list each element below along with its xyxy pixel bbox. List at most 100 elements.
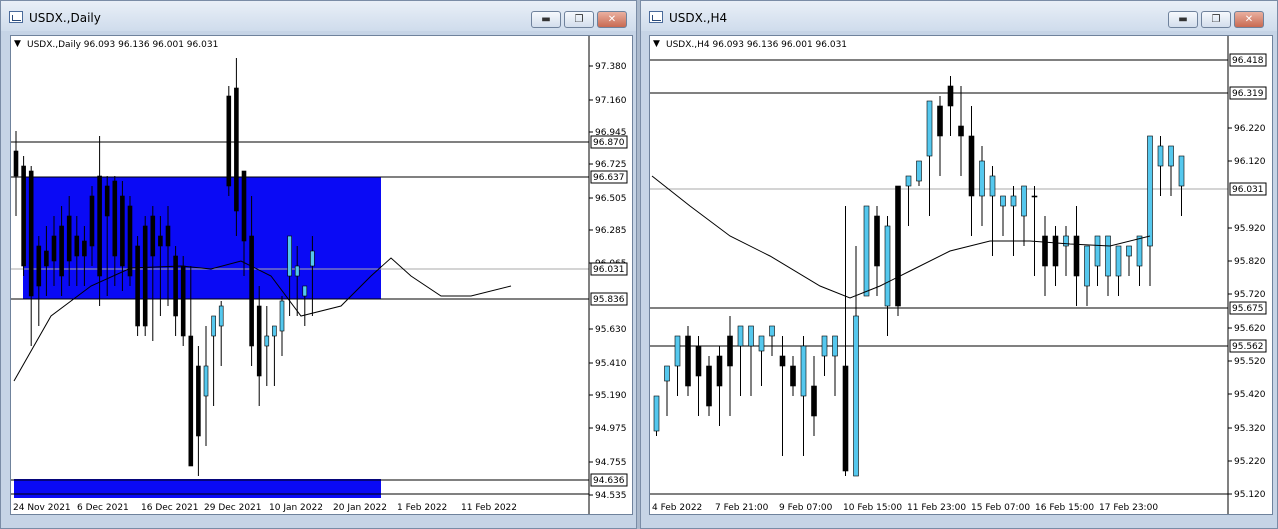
collapse-arrow-icon[interactable]: ▼: [653, 39, 660, 49]
candle-body: [695, 345, 702, 377]
price-tick-label: 95.630: [595, 325, 627, 335]
candle-body: [905, 175, 912, 187]
candle-body: [112, 180, 118, 257]
h4-chart-window[interactable]: USDX.,H4 ▬ ❐ ✕ ▼ USDX.,H4 96.093 96.136 …: [640, 0, 1278, 529]
svg-text:16 Feb 15:00: 16 Feb 15:00: [1035, 503, 1094, 513]
price-tick-label: 95.620: [1234, 324, 1266, 334]
price-tick-label: 96.505: [595, 194, 627, 204]
window-titlebar[interactable]: USDX.,H4 ▬ ❐ ✕: [641, 1, 1277, 31]
svg-text:95.675: 95.675: [1232, 304, 1264, 314]
candle-body: [863, 205, 870, 297]
maximize-button[interactable]: ❐: [564, 11, 594, 28]
candle-body: [979, 160, 985, 197]
svg-text:1 Feb 2022: 1 Feb 2022: [397, 503, 447, 513]
candle-body: [926, 100, 933, 157]
svg-text:15 Feb 07:00: 15 Feb 07:00: [971, 503, 1030, 513]
lower-zone: [14, 479, 381, 498]
candle-body: [294, 265, 300, 277]
candle-body: [1000, 195, 1006, 207]
candle-body: [59, 225, 64, 277]
window-titlebar[interactable]: USDX.,Daily ▬ ❐ ✕: [1, 1, 636, 31]
svg-text:16 Dec 2021: 16 Dec 2021: [141, 503, 199, 513]
candle-body: [256, 305, 262, 377]
daily-candlestick-chart[interactable]: ▼ USDX.,Daily 96.093 96.136 96.001 96.03…: [11, 36, 632, 514]
minimize-button[interactable]: ▬: [531, 11, 561, 28]
candle-body: [241, 170, 247, 242]
candle-body: [36, 245, 42, 287]
candle-body: [1063, 235, 1069, 247]
candle-body: [264, 335, 270, 347]
candle-body: [1136, 235, 1143, 267]
candle-body: [51, 235, 57, 262]
candle-body: [800, 345, 807, 397]
h4-candlestick-chart[interactable]: ▼ USDX.,H4 96.093 96.136 96.001 96.031 9…: [650, 36, 1272, 514]
candle-body: [150, 215, 156, 257]
price-tick-label: 95.220: [1234, 457, 1266, 467]
candle-body: [188, 335, 194, 467]
svg-text:96.637: 96.637: [593, 173, 625, 183]
price-tick-label: 95.920: [1234, 224, 1266, 234]
maximize-button[interactable]: ❐: [1201, 11, 1231, 28]
candle-body: [1178, 155, 1185, 187]
candle-body: [706, 365, 712, 407]
candle-body: [97, 175, 102, 277]
minimize-button[interactable]: ▬: [1168, 11, 1198, 28]
svg-text:96.319: 96.319: [1232, 89, 1264, 99]
price-tick-label: 94.975: [595, 424, 627, 434]
candle-body: [832, 335, 838, 357]
window-title: USDX.,Daily: [29, 11, 101, 25]
price-tick-label: 95.410: [595, 359, 627, 369]
candle-body: [716, 355, 723, 387]
daily-chart-area[interactable]: ▼ USDX.,Daily 96.093 96.136 96.001 96.03…: [10, 35, 633, 515]
daily-chart-window[interactable]: USDX.,Daily ▬ ❐ ✕ ▼ USDX.,Daily 96.093 9…: [0, 0, 637, 529]
candle-body: [1115, 245, 1122, 277]
candle-body: [82, 240, 87, 257]
svg-text:94.636: 94.636: [593, 476, 625, 486]
candle-body: [135, 245, 140, 327]
candle-body: [895, 185, 901, 307]
candle-body: [748, 325, 754, 347]
candle-body: [1084, 245, 1090, 287]
candle-body: [1021, 185, 1027, 217]
h4-chart-area[interactable]: ▼ USDX.,H4 96.093 96.136 96.001 96.031 9…: [649, 35, 1273, 515]
candle-body: [127, 205, 133, 277]
candle-body: [165, 225, 171, 247]
svg-text:95.836: 95.836: [593, 295, 625, 305]
svg-text:9 Feb 07:00: 9 Feb 07:00: [779, 503, 833, 513]
candle-body: [234, 87, 239, 212]
candle-body: [226, 95, 232, 187]
candle-body: [120, 195, 125, 267]
candle-body: [884, 225, 891, 307]
candle-body: [13, 150, 19, 177]
chart-header: USDX.,H4 96.093 96.136 96.001 96.031: [666, 40, 847, 50]
candle-body: [1157, 145, 1164, 167]
candle-body: [853, 315, 859, 477]
candle-body: [279, 300, 285, 332]
candle-body: [28, 170, 34, 297]
candle-body: [142, 225, 148, 327]
candle-body: [272, 325, 277, 337]
candle-body: [1168, 145, 1174, 167]
collapse-arrow-icon[interactable]: ▼: [14, 39, 21, 49]
close-button[interactable]: ✕: [1234, 11, 1264, 28]
svg-text:29 Dec 2021: 29 Dec 2021: [204, 503, 262, 513]
close-button[interactable]: ✕: [597, 11, 627, 28]
candle-body: [674, 335, 681, 367]
svg-text:96.031: 96.031: [1232, 185, 1264, 195]
svg-text:7 Feb 21:00: 7 Feb 21:00: [715, 503, 769, 513]
candle-body: [1031, 195, 1038, 198]
price-tick-label: 96.120: [1234, 157, 1266, 167]
price-tick-label: 95.520: [1234, 357, 1266, 367]
price-tick-label: 97.160: [595, 96, 627, 106]
price-tick-label: 96.285: [595, 226, 627, 236]
candle-body: [218, 305, 224, 327]
price-tick-label: 97.380: [595, 62, 627, 72]
price-tick-label: 95.320: [1234, 424, 1266, 434]
candle-body: [173, 255, 178, 317]
candle-body: [21, 165, 26, 267]
candle-body: [947, 85, 954, 107]
candle-body: [89, 195, 95, 247]
candle-body: [821, 335, 828, 357]
candle-body: [180, 265, 186, 337]
candle-body: [737, 325, 744, 347]
